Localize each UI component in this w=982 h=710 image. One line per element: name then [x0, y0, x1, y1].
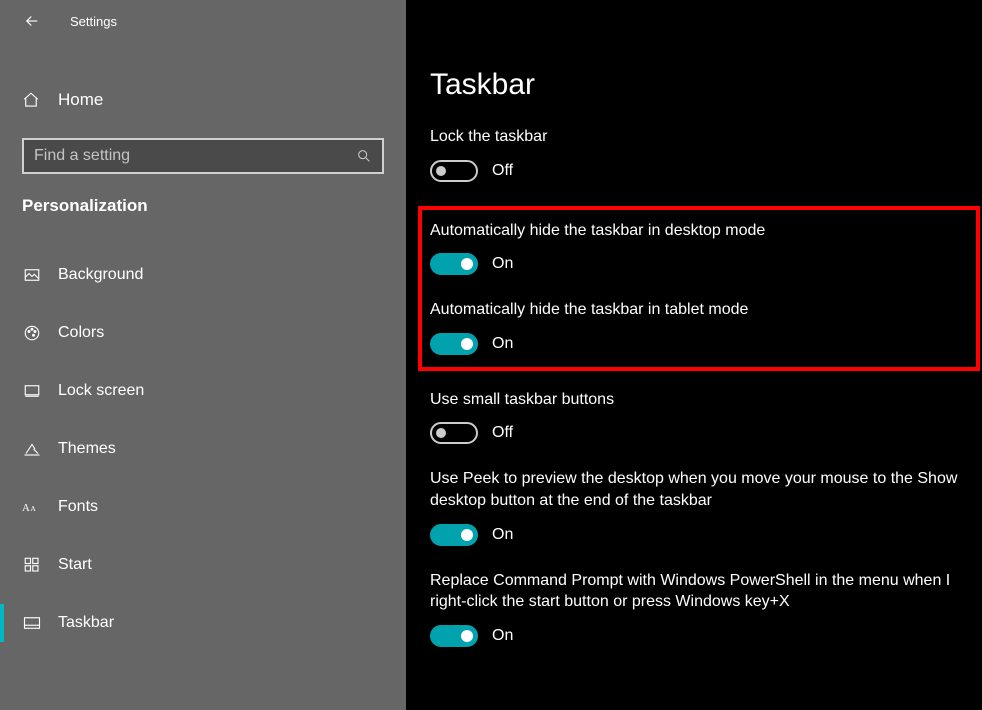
nav-item-label: Background — [58, 266, 143, 284]
nav-item-label: Taskbar — [58, 614, 114, 632]
lock-screen-icon — [22, 382, 42, 400]
toggle-state: On — [492, 255, 513, 273]
nav-item-themes[interactable]: Themes — [0, 420, 406, 478]
nav-home-label: Home — [58, 90, 103, 110]
toggle-small-buttons[interactable] — [430, 422, 478, 444]
toggle-state: Off — [492, 162, 513, 180]
nav-item-label: Fonts — [58, 498, 98, 516]
search-input[interactable]: Find a setting — [22, 138, 384, 174]
setting-label: Automatically hide the taskbar in deskto… — [430, 220, 964, 242]
setting-label: Use small taskbar buttons — [430, 389, 970, 411]
highlight-annotation: Automatically hide the taskbar in deskto… — [418, 206, 980, 371]
toggle-use-peek[interactable] — [430, 524, 478, 546]
back-button[interactable] — [22, 11, 42, 31]
setting-autohide-desktop: Automatically hide the taskbar in deskto… — [430, 220, 964, 276]
setting-powershell: Replace Command Prompt with Windows Powe… — [430, 570, 970, 647]
toggle-autohide-tablet[interactable] — [430, 333, 478, 355]
toggle-state: Off — [492, 424, 513, 442]
nav-item-colors[interactable]: Colors — [0, 304, 406, 362]
nav-item-lock-screen[interactable]: Lock screen — [0, 362, 406, 420]
svg-text:A: A — [22, 502, 30, 514]
topbar: Settings — [0, 0, 406, 42]
toggle-state: On — [492, 335, 513, 353]
content: Taskbar Lock the taskbar Off Automatical… — [406, 0, 982, 710]
nav-item-label: Themes — [58, 440, 116, 458]
search-placeholder: Find a setting — [34, 147, 356, 165]
section-title: Personalization — [22, 196, 406, 216]
search-container: Find a setting — [22, 138, 384, 174]
toggle-powershell[interactable] — [430, 625, 478, 647]
toggle-state: On — [492, 627, 513, 645]
themes-icon — [22, 440, 42, 458]
fonts-icon: AA — [22, 499, 42, 515]
home-icon — [22, 91, 42, 109]
toggle-autohide-desktop[interactable] — [430, 253, 478, 275]
setting-autohide-tablet: Automatically hide the taskbar in tablet… — [430, 299, 964, 355]
setting-lock-taskbar: Lock the taskbar Off — [430, 126, 970, 182]
nav-home[interactable]: Home — [0, 80, 406, 120]
setting-use-peek: Use Peek to preview the desktop when you… — [430, 468, 970, 545]
setting-small-buttons: Use small taskbar buttons Off — [430, 389, 970, 445]
picture-icon — [22, 266, 42, 284]
nav-item-label: Lock screen — [58, 382, 144, 400]
nav-list: Background Colors Lock screen Themes AA … — [0, 246, 406, 652]
nav-item-label: Start — [58, 556, 92, 574]
search-icon — [356, 148, 372, 164]
taskbar-icon — [22, 616, 42, 630]
nav-item-background[interactable]: Background — [0, 246, 406, 304]
palette-icon — [22, 324, 42, 342]
svg-text:A: A — [30, 504, 36, 513]
setting-label: Use Peek to preview the desktop when you… — [430, 468, 970, 511]
toggle-lock-taskbar[interactable] — [430, 160, 478, 182]
sidebar: Settings Home Find a setting Personaliza… — [0, 0, 406, 710]
toggle-state: On — [492, 526, 513, 544]
window-title: Settings — [70, 14, 117, 29]
nav-item-start[interactable]: Start — [0, 536, 406, 594]
setting-label: Automatically hide the taskbar in tablet… — [430, 299, 964, 321]
page-title: Taskbar — [430, 68, 970, 102]
nav-item-label: Colors — [58, 324, 104, 342]
nav-item-taskbar[interactable]: Taskbar — [0, 594, 406, 652]
start-icon — [22, 556, 42, 574]
arrow-left-icon — [23, 12, 41, 30]
setting-label: Lock the taskbar — [430, 126, 970, 148]
setting-label: Replace Command Prompt with Windows Powe… — [430, 570, 970, 613]
nav-item-fonts[interactable]: AA Fonts — [0, 478, 406, 536]
